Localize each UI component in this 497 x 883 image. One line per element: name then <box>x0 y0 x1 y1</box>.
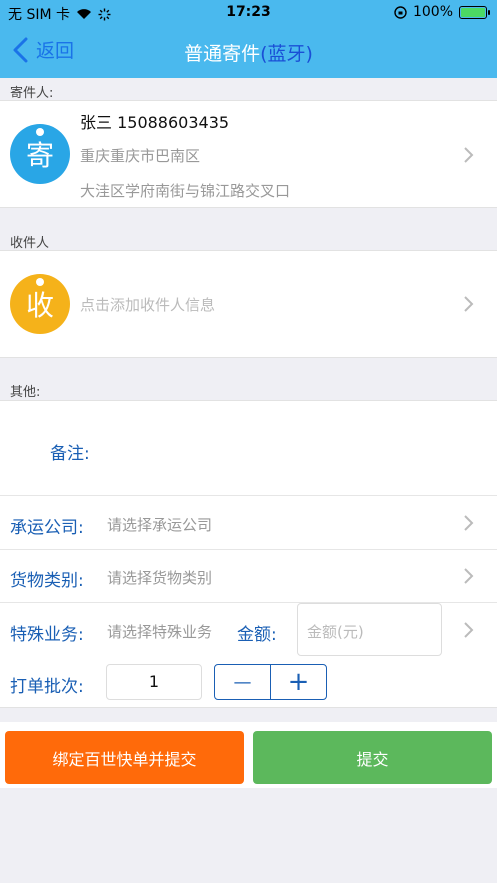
title-main: 普通寄件 <box>184 43 261 65</box>
receiver-placeholder: 点击添加收件人信息 <box>80 296 216 314</box>
chevron-right-icon <box>464 296 474 312</box>
orientation-lock-icon <box>394 5 407 19</box>
cargo-row[interactable]: 货物类别: 请选择货物类别 <box>0 550 497 603</box>
battery-percent: 100% <box>412 4 453 20</box>
title-suffix: (蓝牙) <box>260 43 313 65</box>
batch-stepper: — + <box>214 664 327 700</box>
batch-row: 打单批次: 1 — + <box>0 659 497 709</box>
amount-label: 金额: <box>237 625 277 645</box>
page-title: 普通寄件(蓝牙) <box>0 39 497 66</box>
special-label: 特殊业务: <box>10 625 84 645</box>
carrier-row[interactable]: 承运公司: 请选择承运公司 <box>0 497 497 550</box>
cargo-label: 货物类别: <box>10 571 84 591</box>
sender-card[interactable]: 寄 张三 15088603435 重庆重庆市巴南区 大洼区学府南街与锦江路交叉口 <box>0 100 497 208</box>
amount-input[interactable]: 金额(元) <box>297 603 442 656</box>
battery-icon <box>459 5 490 19</box>
chevron-right-icon <box>464 568 474 584</box>
cargo-placeholder: 请选择货物类别 <box>107 569 213 587</box>
submit-button[interactable]: 提交 <box>253 731 492 784</box>
header: 无 SIM 卡 17:23 100% 返回 普通寄件(蓝牙) <box>0 0 497 78</box>
sender-avatar-char: 寄 <box>25 139 54 172</box>
receiver-card[interactable]: 收 点击添加收件人信息 <box>0 250 497 358</box>
sender-section-label: 寄件人: <box>10 86 54 101</box>
batch-label: 打单批次: <box>10 677 84 697</box>
receiver-section-label: 收件人 <box>10 236 50 251</box>
special-row: 特殊业务: 请选择特殊业务 金额: 金额(元) <box>0 603 497 659</box>
chevron-right-icon <box>464 515 474 531</box>
sender-avatar: 寄 <box>10 124 70 184</box>
remark-row[interactable]: 备注: <box>0 401 497 496</box>
other-card: 备注: 承运公司: 请选择承运公司 货物类别: 请选择货物类别 特殊业务: 请选… <box>0 400 497 708</box>
status-bar: 无 SIM 卡 17:23 100% <box>0 0 497 26</box>
bind-submit-button[interactable]: 绑定百世快单并提交 <box>5 731 244 784</box>
sender-district: 重庆重庆市巴南区 <box>80 147 201 165</box>
chevron-right-icon <box>464 147 474 163</box>
sender-name-phone: 张三 15088603435 <box>80 113 230 132</box>
receiver-avatar: 收 <box>10 274 70 334</box>
receiver-avatar-char: 收 <box>25 289 54 322</box>
special-placeholder[interactable]: 请选择特殊业务 <box>107 621 212 642</box>
minus-button[interactable]: — <box>215 665 271 699</box>
nav-bar: 返回 普通寄件(蓝牙) <box>0 26 497 78</box>
chevron-right-icon[interactable] <box>463 621 475 639</box>
carrier-label: 承运公司: <box>10 518 84 538</box>
sender-address: 大洼区学府南街与锦江路交叉口 <box>80 182 291 200</box>
amount-placeholder: 金额(元) <box>307 623 364 641</box>
plus-button[interactable]: + <box>271 665 326 699</box>
batch-input[interactable]: 1 <box>106 664 202 700</box>
carrier-placeholder: 请选择承运公司 <box>107 516 213 534</box>
other-section-label: 其他: <box>10 385 41 400</box>
remark-label: 备注: <box>50 444 90 464</box>
